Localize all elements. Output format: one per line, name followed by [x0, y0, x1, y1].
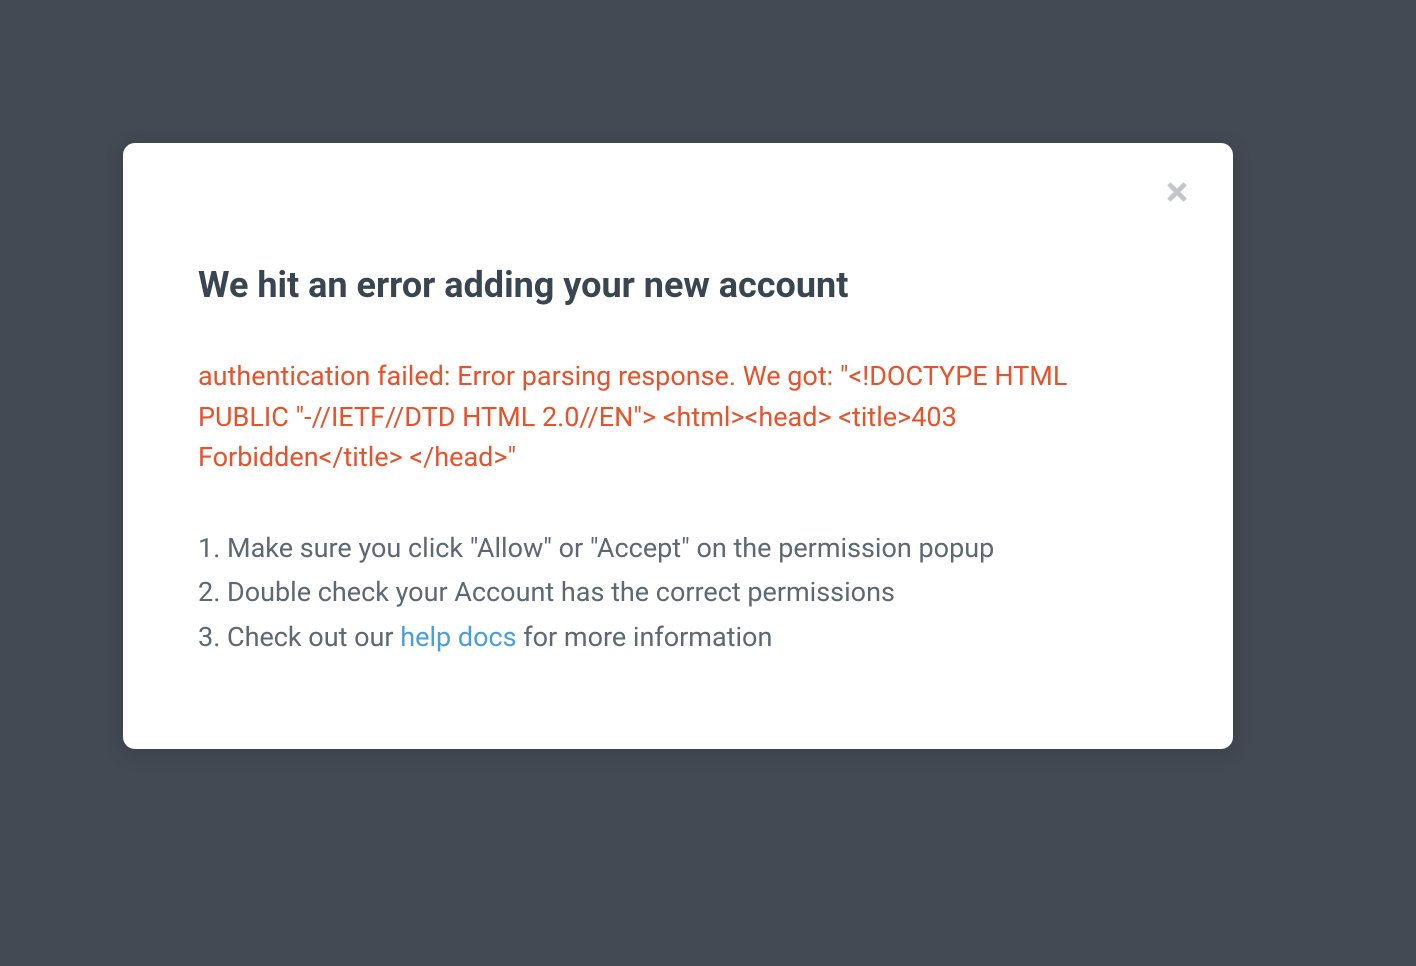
error-message: authentication failed: Error parsing res…: [198, 356, 1158, 478]
troubleshooting-steps: Make sure you click "Allow" or "Accept" …: [198, 526, 1158, 660]
error-modal: We hit an error adding your new account …: [123, 143, 1233, 749]
list-item: Make sure you click "Allow" or "Accept" …: [198, 526, 1158, 571]
close-icon: [1163, 178, 1191, 209]
modal-title: We hit an error adding your new account: [198, 263, 1158, 308]
help-docs-link[interactable]: help docs: [400, 621, 516, 653]
close-button[interactable]: [1159, 175, 1195, 211]
list-item: Check out our help docs for more informa…: [198, 615, 1158, 660]
step-text-suffix: for more information: [517, 621, 773, 653]
step-text-prefix: Check out our: [227, 621, 400, 653]
list-item: Double check your Account has the correc…: [198, 570, 1158, 615]
